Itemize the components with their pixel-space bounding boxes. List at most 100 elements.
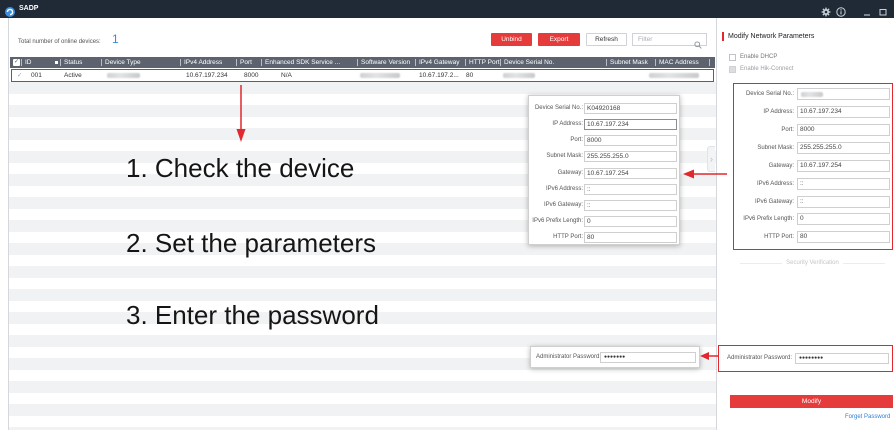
enable-hik-connect-label: Enable Hik-Connect	[740, 66, 794, 72]
row-ipv4-gateway: 10.67.197.2...	[419, 72, 459, 79]
annotation-arrow-left-password	[700, 352, 719, 360]
password-field[interactable]: ●●●●●●●	[600, 352, 696, 363]
redacted-software-version	[360, 73, 400, 78]
redacted-device-type	[107, 73, 140, 78]
column-header-device-type[interactable]: Device Type	[101, 59, 180, 66]
panel-ip-address-field[interactable]: 10.67.197.234	[797, 106, 890, 118]
panel-password-label: Administrator Password:	[727, 355, 793, 361]
filter-box	[632, 33, 707, 49]
panel-ipv6-gateway-field[interactable]: ::	[797, 196, 890, 208]
check-icon[interactable]: ✓	[17, 70, 22, 81]
maximize-icon[interactable]	[878, 4, 888, 16]
subnet-mask-label: Subnet Mask:	[546, 153, 583, 159]
device-table-header: ✓ ID Status Device Type IPv4 Address Por…	[10, 57, 715, 68]
search-icon[interactable]	[694, 36, 702, 49]
modify-button[interactable]: Modify	[730, 395, 893, 408]
gear-icon[interactable]	[821, 4, 831, 17]
filter-input[interactable]	[633, 34, 691, 45]
column-header-subnet-mask[interactable]: Subnet Mask	[606, 59, 655, 66]
serial-field[interactable]: K04920168	[584, 103, 677, 114]
enable-hik-connect-checkbox[interactable]	[729, 66, 736, 73]
column-header-mac-address[interactable]: MAC Address	[655, 59, 709, 66]
info-icon[interactable]	[836, 4, 846, 17]
panel-divider	[716, 18, 717, 430]
panel-password-field[interactable]: ●●●●●●●●	[795, 353, 889, 364]
port-label: Port:	[570, 137, 583, 143]
panel-port-label: Port:	[781, 127, 794, 133]
ip-address-label: IP Address:	[552, 121, 583, 127]
panel-ipv6-address-field[interactable]: ::	[797, 178, 890, 190]
ipv6-gateway-label: IPv6 Gateway:	[543, 202, 583, 208]
row-id: 001	[31, 72, 42, 79]
panel-http-port-label: HTTP Port:	[764, 234, 794, 240]
column-header-ipv4-address[interactable]: IPv4 Address	[180, 59, 236, 66]
panel-ipv6-prefix-field[interactable]: 0	[797, 213, 890, 225]
security-verification-label: Security Verification	[786, 260, 839, 266]
enable-dhcp-label: Enable DHCP	[740, 54, 778, 60]
ipv6-prefix-field[interactable]: 0	[584, 216, 677, 227]
ipv6-prefix-label: IPv6 Prefix Length:	[532, 218, 583, 224]
app-title: SADP	[19, 5, 39, 12]
annotation-arrow-down	[236, 85, 246, 142]
row-http-port: 80	[466, 72, 474, 79]
security-verification-divider: Security Verification	[740, 259, 886, 267]
annotation-step-3: 3. Enter the password	[126, 300, 379, 330]
column-header-port[interactable]: Port	[236, 59, 261, 66]
panel-subnet-mask-field[interactable]: 255.255.255.0	[797, 142, 890, 154]
panel-gateway-field[interactable]: 10.67.197.254	[797, 160, 890, 172]
ipv6-address-field[interactable]: ::	[584, 184, 677, 195]
column-header-enhanced-sdk[interactable]: Enhanced SDK Service ...	[261, 59, 357, 66]
online-devices-label: Total number of online devices:	[18, 39, 101, 45]
column-header-id[interactable]: ID	[21, 59, 55, 66]
minimize-icon[interactable]	[862, 4, 872, 16]
subnet-mask-field[interactable]: 255.255.255.0	[584, 151, 677, 162]
panel-http-port-field[interactable]: 80	[797, 231, 890, 243]
row-port: 8000	[244, 72, 259, 79]
select-all-checkbox[interactable]: ✓	[13, 59, 20, 66]
annotation-step-2: 2. Set the parameters	[126, 228, 377, 258]
panel-serial-field[interactable]	[797, 88, 890, 100]
gateway-label: Gateway:	[557, 170, 583, 176]
panel-gateway-label: Gateway:	[768, 163, 794, 169]
title-bar: SADP	[0, 0, 894, 18]
redacted-serial	[801, 92, 823, 97]
params-callout: Device Serial No.: K04920168 IP Address: 1…	[528, 95, 680, 245]
serial-label: Device Serial No.:	[534, 105, 583, 111]
unbind-button[interactable]: Unbind	[491, 33, 532, 46]
http-port-field[interactable]: 80	[584, 232, 677, 243]
column-header-serial[interactable]: Device Serial No.	[500, 59, 606, 66]
sadp-logo-icon	[5, 4, 15, 17]
panel-title: Modify Network Parameters	[728, 33, 815, 40]
panel-ip-address-label: IP Address:	[763, 109, 794, 115]
ip-address-field[interactable]: 10.67.197.234	[584, 119, 677, 130]
table-row[interactable]: ✓ 001 Active 10.67.197.234 8000 N/A 10.6…	[11, 69, 714, 82]
panel-ipv6-prefix-label: IPv6 Prefix Length:	[743, 216, 794, 222]
column-header-status[interactable]: Status	[60, 59, 101, 66]
redacted-mac-address	[649, 73, 699, 78]
column-header-end	[709, 59, 713, 66]
panel-port-field[interactable]: 8000	[797, 124, 890, 136]
panel-serial-label: Device Serial No.:	[745, 91, 794, 97]
gateway-field[interactable]: 10.67.197.254	[584, 168, 677, 179]
row-enhanced-sdk: N/A	[281, 72, 292, 79]
port-field[interactable]: 8000	[584, 135, 677, 146]
refresh-button[interactable]: Refresh	[586, 33, 627, 46]
panel-ipv6-gateway-label: IPv6 Gateway:	[754, 199, 794, 205]
http-port-label: HTTP Port:	[553, 234, 583, 240]
enable-dhcp-checkbox[interactable]	[729, 54, 736, 61]
ipv6-gateway-field[interactable]: ::	[584, 200, 677, 211]
password-callout: Administrator Password: ●●●●●●●	[530, 346, 700, 368]
online-devices-count: 1	[112, 32, 119, 46]
export-button[interactable]: Export	[538, 33, 580, 46]
annotation-arrow-left-params	[683, 169, 727, 179]
column-header-ipv4-gateway[interactable]: IPv4 Gateway	[415, 59, 465, 66]
divider-line	[842, 262, 886, 264]
network-parameters-form: Device Serial No.: IP Address: 10.67.197.…	[733, 83, 893, 250]
admin-password-section: Administrator Password: ●●●●●●●●	[718, 345, 893, 372]
row-ipv4-address: 10.67.197.234	[186, 72, 228, 79]
status-sort-icon[interactable]	[55, 61, 58, 64]
forget-password-link[interactable]: Forget Password	[845, 413, 890, 421]
column-header-http-port[interactable]: HTTP Port	[465, 59, 500, 66]
annotation-step-1: 1. Check the device	[126, 153, 355, 183]
column-header-software-version[interactable]: Software Version	[357, 59, 415, 66]
